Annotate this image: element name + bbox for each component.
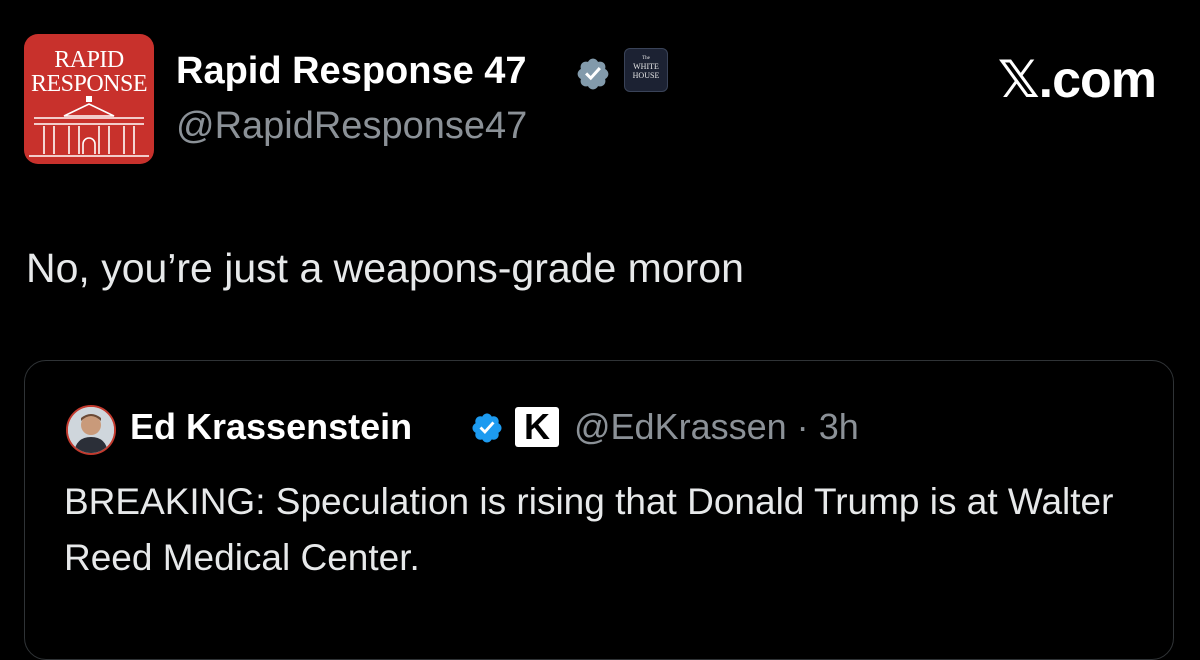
verified-badge-icon — [472, 413, 502, 443]
quoted-tweet-meta: @EdKrassen · 3h — [574, 405, 859, 449]
tweet-text: No, you’re just a weapons-grade moron — [26, 245, 744, 291]
person-avatar-icon — [68, 407, 114, 453]
affiliate-badge-line2: WHITE — [633, 62, 659, 71]
verified-badge-icon — [577, 58, 609, 90]
quoted-author-display-name[interactable]: Ed Krassenstein — [130, 405, 412, 449]
white-house-affiliate-badge[interactable]: The WHITE HOUSE — [624, 48, 668, 92]
affiliate-badge-line3: HOUSE — [632, 71, 660, 80]
quoted-tweet-text: BREAKING: Speculation is rising that Don… — [64, 481, 1114, 578]
author-handle[interactable]: @RapidResponse47 — [176, 103, 527, 149]
quoted-author-handle[interactable]: @EdKrassen — [574, 406, 787, 447]
white-house-illustration-icon — [29, 96, 149, 157]
affiliate-k-badge[interactable]: K — [515, 407, 559, 447]
quoted-author-avatar[interactable] — [66, 405, 116, 455]
x-com-watermark: 𝕏.com — [997, 51, 1157, 109]
meta-separator: · — [796, 406, 809, 447]
avatar-logo-line1: RAPID — [54, 47, 124, 73]
author-avatar[interactable]: RAPID RESPONSE — [24, 34, 154, 164]
author-display-name[interactable]: Rapid Response 47 — [176, 48, 527, 94]
avatar-logo-line2: RESPONSE — [30, 71, 148, 97]
quoted-tweet-time[interactable]: 3h — [819, 406, 859, 447]
